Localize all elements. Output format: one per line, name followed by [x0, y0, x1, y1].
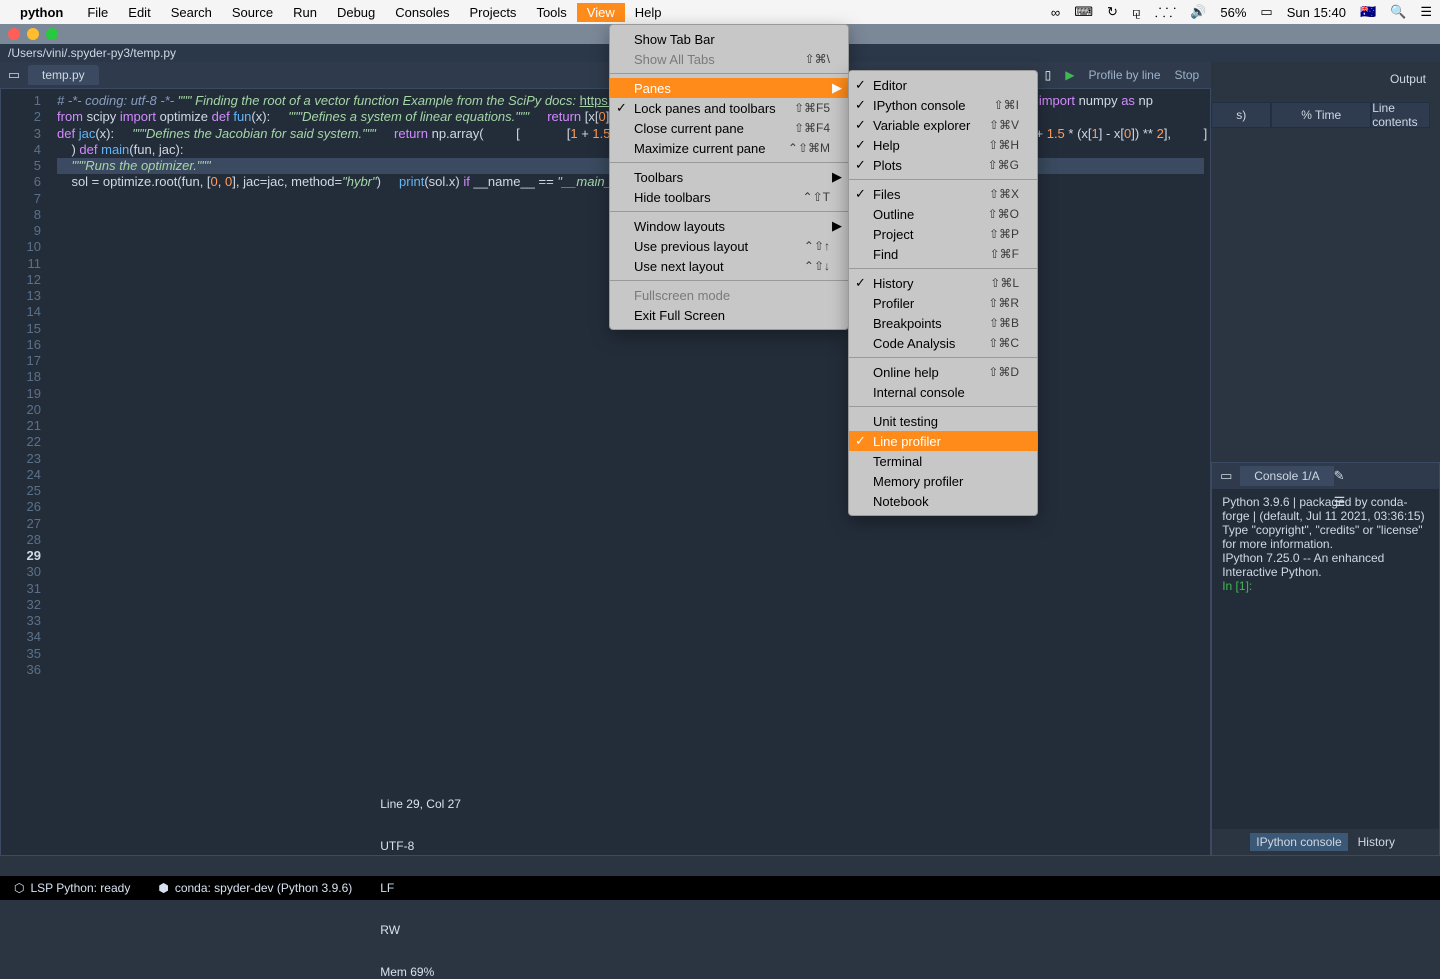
eol: LF: [380, 881, 1426, 895]
view-item-use-previous-layout[interactable]: Use previous layout⌃⇧↑: [610, 236, 848, 256]
lsp-status[interactable]: ⬡ LSP Python: ready: [14, 881, 130, 895]
menu-help[interactable]: Help: [625, 3, 672, 22]
spotlight-icon[interactable]: 🔍: [1390, 4, 1406, 20]
panes-item-plots[interactable]: ✓Plots⇧⌘G: [849, 155, 1037, 175]
encoding: UTF-8: [380, 839, 1426, 853]
volume-icon[interactable]: 🔊: [1190, 4, 1206, 20]
menu-tools[interactable]: Tools: [526, 3, 576, 22]
battery-percent: 56%: [1220, 5, 1246, 20]
panes-item-notebook[interactable]: Notebook: [849, 491, 1037, 511]
panes-item-internal-console[interactable]: Internal console: [849, 382, 1037, 402]
profiler-table-header: s) % Time Line contents: [1211, 102, 1430, 128]
output-label: Output: [1390, 72, 1426, 86]
panes-item-files[interactable]: ✓Files⇧⌘X: [849, 184, 1037, 204]
minimize-window-icon[interactable]: [27, 28, 39, 40]
view-item-window-layouts[interactable]: Window layouts▶: [610, 216, 848, 236]
view-item-exit-full-screen[interactable]: Exit Full Screen: [610, 305, 848, 325]
panes-item-history[interactable]: ✓History⇧⌘L: [849, 273, 1037, 293]
panes-item-memory-profiler[interactable]: Memory profiler: [849, 471, 1037, 491]
view-item-fullscreen-mode: Fullscreen mode: [610, 285, 848, 305]
menu-search[interactable]: Search: [161, 3, 222, 22]
profile-button[interactable]: Profile by line: [1088, 68, 1160, 82]
panes-item-profiler[interactable]: Profiler⇧⌘R: [849, 293, 1037, 313]
view-item-show-all-tabs: Show All Tabs⇧⌘\: [610, 49, 848, 69]
console-list-icon[interactable]: ▭: [1212, 468, 1240, 484]
panes-item-line-profiler[interactable]: ✓Line profiler: [849, 431, 1037, 451]
panes-item-find[interactable]: Find⇧⌘F: [849, 244, 1037, 264]
view-item-toolbars[interactable]: Toolbars▶: [610, 167, 848, 187]
battery-icon[interactable]: ▭: [1260, 4, 1272, 20]
panes-item-help[interactable]: ✓Help⇧⌘H: [849, 135, 1037, 155]
zoom-window-icon[interactable]: [46, 28, 58, 40]
panes-item-unit-testing[interactable]: Unit testing: [849, 411, 1037, 431]
profiler-pane: Output s) % Time Line contents lotsFiles…: [1211, 62, 1440, 462]
view-item-use-next-layout[interactable]: Use next layout⌃⇧↓: [610, 256, 848, 276]
menu-consoles[interactable]: Consoles: [385, 3, 459, 22]
menu-debug[interactable]: Debug: [327, 3, 385, 22]
panes-item-ipython-console[interactable]: ✓IPython console⇧⌘I: [849, 95, 1037, 115]
view-item-hide-toolbars[interactable]: Hide toolbars⌃⇧T: [610, 187, 848, 207]
menu-source[interactable]: Source: [222, 3, 283, 22]
wifi-icon[interactable]: ⸫⸪: [1155, 3, 1176, 21]
console-clear-icon[interactable]: ✎: [1334, 468, 1427, 484]
panes-item-editor[interactable]: ✓Editor: [849, 75, 1037, 95]
close-window-icon[interactable]: [8, 28, 20, 40]
console-tab[interactable]: Console 1/A: [1240, 466, 1333, 486]
menu-view[interactable]: View: [577, 3, 625, 22]
view-item-maximize-current-pane[interactable]: Maximize current pane⌃⇧⌘M: [610, 138, 848, 158]
panes-item-variable-explorer[interactable]: ✓Variable explorer⇧⌘V: [849, 115, 1037, 135]
menubar-status: ∞ ⌨︎ ↻ ⚼ ⸫⸪ 🔊 56% ▭ Sun 15:40 🇦🇺 🔍 ☰: [1051, 3, 1432, 21]
app-name[interactable]: python: [20, 5, 63, 20]
menu-projects[interactable]: Projects: [459, 3, 526, 22]
env-status[interactable]: ⬢ conda: spyder-dev (Python 3.9.6): [158, 881, 352, 895]
editor-tab[interactable]: temp.py: [28, 65, 99, 85]
panes-item-project[interactable]: Project⇧⌘P: [849, 224, 1037, 244]
tab-list-icon[interactable]: ▭: [0, 67, 28, 83]
cursor-position: Line 29, Col 27: [380, 797, 1426, 811]
mem-status: Mem 69%: [380, 965, 1426, 979]
view-item-show-tab-bar[interactable]: Show Tab Bar: [610, 29, 848, 49]
panes-item-code-analysis[interactable]: Code Analysis⇧⌘C: [849, 333, 1037, 353]
col-pct-time[interactable]: % Time: [1271, 102, 1371, 128]
menu-run[interactable]: Run: [283, 3, 327, 22]
menu-file[interactable]: File: [77, 3, 118, 22]
flag-icon[interactable]: 🇦🇺: [1360, 4, 1376, 20]
clock-icon[interactable]: ↻: [1107, 4, 1118, 20]
keyboard-icon[interactable]: ⌨︎: [1074, 4, 1093, 20]
col-s[interactable]: s): [1211, 102, 1271, 128]
view-item-panes[interactable]: Panes▶: [610, 78, 848, 98]
view-item-lock-panes-and-toolbars[interactable]: ✓Lock panes and toolbars⇧⌘F5: [610, 98, 848, 118]
view-item-close-current-pane[interactable]: Close current pane⇧⌘F4: [610, 118, 848, 138]
panes-item-online-help[interactable]: Online help⇧⌘D: [849, 362, 1037, 382]
console-output[interactable]: Python 3.9.6 | packaged by conda-forge |…: [1212, 489, 1439, 829]
bluetooth-icon[interactable]: ⚼: [1132, 4, 1141, 20]
panes-submenu: ✓Editor✓IPython console⇧⌘I✓Variable expl…: [848, 70, 1038, 516]
status-bar: ⬡ LSP Python: ready ⬢ conda: spyder-dev …: [0, 876, 1440, 900]
rw-status: RW: [380, 923, 1426, 937]
menu-edit[interactable]: Edit: [118, 3, 160, 22]
control-center-icon[interactable]: ☰: [1420, 4, 1432, 20]
view-menu: Show Tab BarShow All Tabs⇧⌘\ Panes▶✓Lock …: [609, 24, 849, 330]
book-icon[interactable]: ▯: [1045, 68, 1052, 82]
panes-item-outline[interactable]: Outline⇧⌘O: [849, 204, 1037, 224]
macos-menubar: python FileEditSearchSourceRunDebugConso…: [0, 0, 1440, 24]
panes-item-terminal[interactable]: Terminal: [849, 451, 1037, 471]
play-icon[interactable]: ▶: [1065, 68, 1074, 82]
col-line-contents[interactable]: Line contents: [1371, 102, 1430, 128]
panes-item-breakpoints[interactable]: Breakpoints⇧⌘B: [849, 313, 1037, 333]
infinity-icon[interactable]: ∞: [1051, 5, 1060, 20]
stop-button[interactable]: Stop: [1175, 68, 1200, 82]
clock-text: Sun 15:40: [1287, 5, 1346, 20]
